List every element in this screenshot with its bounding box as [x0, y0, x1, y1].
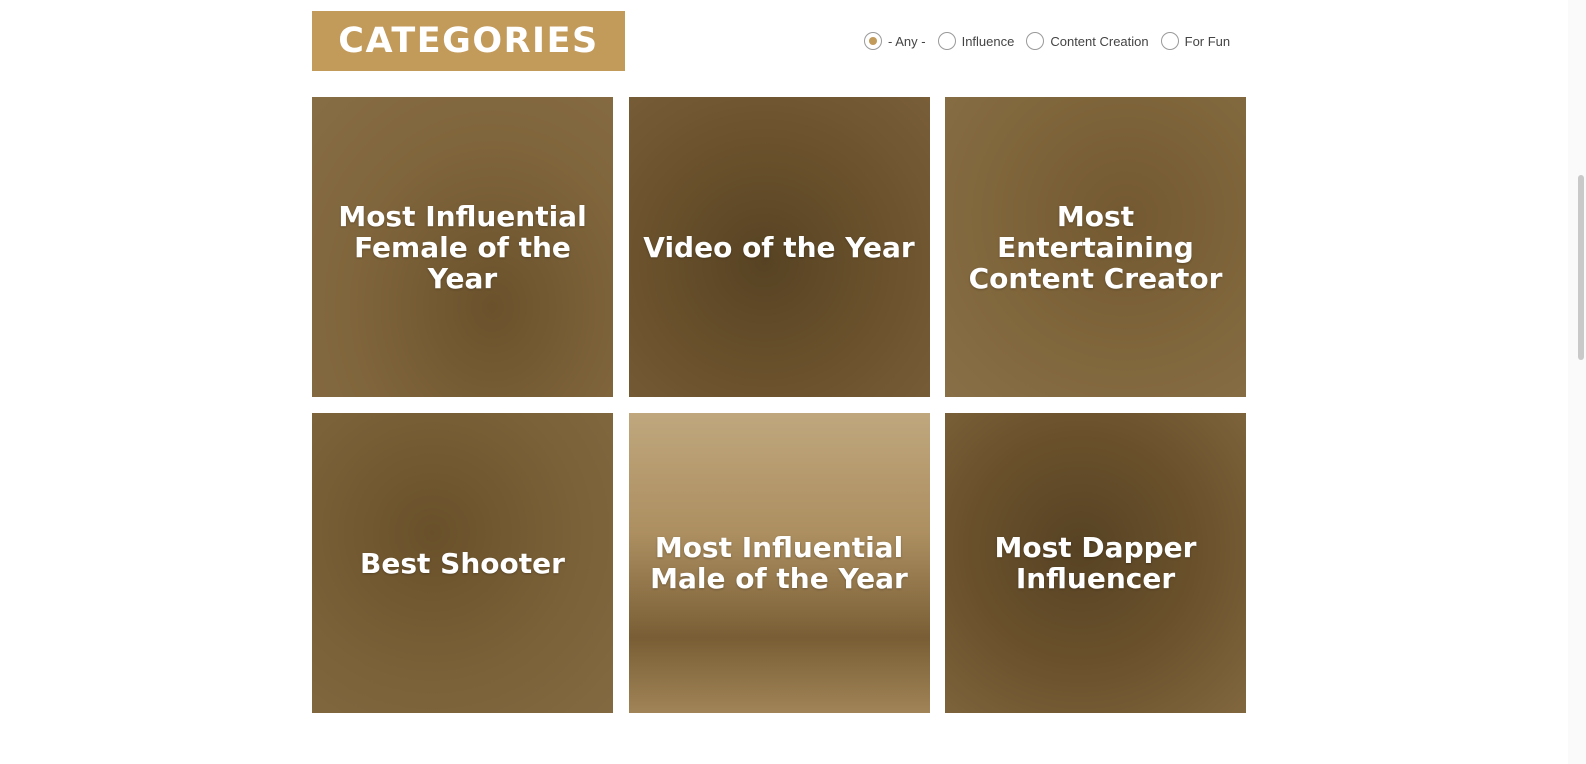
filter-option-content-creation[interactable]: Content Creation: [1026, 32, 1149, 50]
filter-label-for-fun: For Fun: [1184, 33, 1231, 49]
filter-option-any[interactable]: - Any -: [864, 32, 926, 50]
category-card-dapper-influencer[interactable]: Most Dapper Influencer: [945, 413, 1246, 713]
category-filter-group: - Any - Influence Content Creation For F…: [864, 31, 1242, 51]
categories-title: CATEGORIES: [338, 21, 599, 61]
card-title: Best Shooter: [360, 546, 565, 580]
card-title: Most Influential Female of the Year: [338, 199, 587, 295]
radio-button-content-creation[interactable]: [1026, 32, 1045, 50]
radio-button-influence[interactable]: [937, 32, 956, 50]
categories-page: CATEGORIES - Any - Influence Content Cre…: [0, 0, 1586, 764]
filter-option-for-fun[interactable]: For Fun: [1160, 32, 1231, 50]
category-grid: Most Influential Female of the Year Vide…: [312, 97, 1246, 713]
filter-label-any: - Any -: [888, 33, 926, 49]
category-card-best-shooter[interactable]: Best Shooter: [312, 413, 613, 713]
card-title: Most Dapper Influencer: [994, 531, 1197, 595]
scrollbar-thumb[interactable]: [1578, 175, 1584, 360]
category-card-female-influencer[interactable]: Most Influential Female of the Year: [312, 97, 613, 397]
filter-label-content-creation: Content Creation: [1050, 33, 1149, 49]
category-card-entertaining-creator[interactable]: Most Entertaining Content Creator: [945, 97, 1246, 397]
filter-label-influence: Influence: [961, 33, 1015, 49]
card-title: Most Influential Male of the Year: [650, 531, 908, 595]
categories-header: CATEGORIES: [312, 11, 625, 71]
category-card-male-influencer[interactable]: Most Influential Male of the Year: [628, 413, 930, 713]
category-card-video[interactable]: Video of the Year: [628, 97, 930, 397]
page-scrollbar[interactable]: [1568, 0, 1586, 764]
card-title: Video of the Year: [643, 230, 915, 264]
card-title: Most Entertaining Content Creator: [968, 199, 1223, 295]
radio-button-any[interactable]: [864, 32, 882, 50]
radio-button-for-fun[interactable]: [1160, 32, 1179, 50]
filter-option-influence[interactable]: Influence: [937, 32, 1015, 50]
